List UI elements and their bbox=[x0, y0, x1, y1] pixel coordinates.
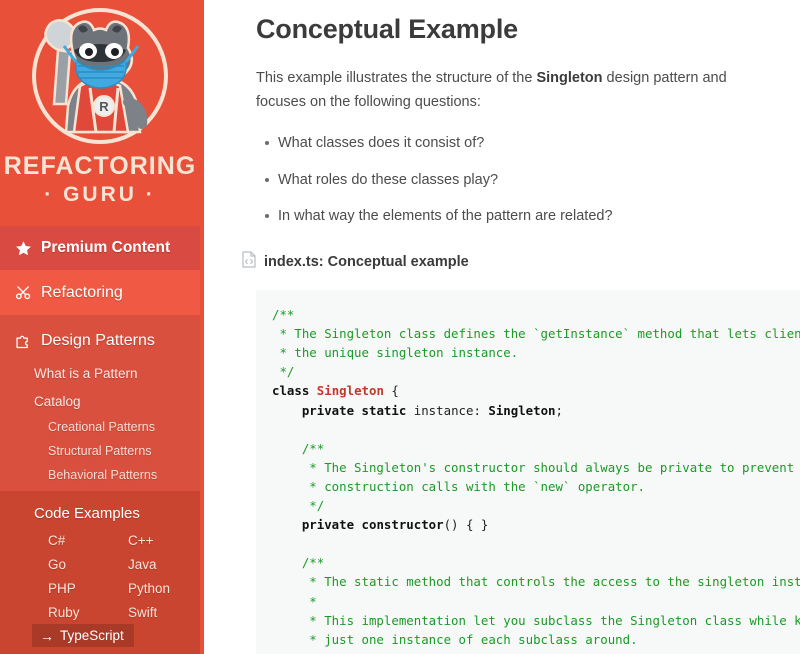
svg-text:R: R bbox=[99, 99, 109, 114]
arrow-right-icon: → bbox=[40, 627, 54, 644]
sidebar-lang-java[interactable]: Java bbox=[128, 552, 204, 576]
main-padding: Conceptual Example This example illustra… bbox=[204, 0, 800, 654]
code-file-name: index.ts bbox=[264, 254, 319, 271]
intro-pattern-name: Singleton bbox=[536, 70, 603, 86]
sidebar-link-what-is-a-pattern[interactable]: What is a Pattern bbox=[0, 359, 200, 387]
raccoon-mascot-icon: R bbox=[20, 6, 180, 154]
sidebar-inner: R REFACTORING · GURU · Premium Content R… bbox=[0, 0, 200, 654]
sidebar-lang-php[interactable]: PHP bbox=[48, 576, 128, 600]
sidebar-link-structural-patterns[interactable]: Structural Patterns bbox=[0, 439, 200, 463]
sidebar-section-design-patterns: Design Patterns What is a Pattern Catalo… bbox=[0, 315, 200, 491]
sidebar-lang-csharp[interactable]: C# bbox=[48, 528, 128, 552]
sidebar-item-design-patterns-label: Design Patterns bbox=[41, 332, 155, 349]
list-item: What classes does it consist of? bbox=[265, 133, 800, 155]
sidebar-lang-typescript-wrap: → TypeScript bbox=[0, 624, 200, 647]
sidebar-item-premium-label: Premium Content bbox=[41, 239, 171, 256]
list-item: What roles do these classes play? bbox=[265, 170, 800, 192]
sidebar-lang-cpp[interactable]: C++ bbox=[128, 528, 204, 552]
sidebar-section-code-examples: Code Examples C# C++ Go Java PHP Python … bbox=[0, 491, 200, 654]
main-content: Conceptual Example This example illustra… bbox=[204, 0, 800, 654]
code-file-header: index.ts: Conceptual example bbox=[242, 251, 800, 273]
code-content: /** * The Singleton class defines the `g… bbox=[272, 307, 800, 654]
sidebar-item-design-patterns[interactable]: Design Patterns bbox=[0, 323, 200, 359]
code-file-caption: Conceptual example bbox=[327, 254, 469, 271]
sidebar-lang-go[interactable]: Go bbox=[48, 552, 128, 576]
page-title: Conceptual Example bbox=[256, 14, 518, 44]
sidebar-item-premium-content[interactable]: Premium Content bbox=[0, 226, 200, 270]
sidebar-link-creational-patterns[interactable]: Creational Patterns bbox=[0, 415, 200, 439]
sidebar-link-catalog[interactable]: Catalog bbox=[0, 387, 200, 415]
sidebar-link-behavioral-patterns[interactable]: Behavioral Patterns bbox=[0, 463, 200, 487]
sidebar-lang-typescript[interactable]: → TypeScript bbox=[32, 624, 134, 647]
site-logo[interactable]: R REFACTORING · GURU · bbox=[0, 0, 200, 226]
code-file-icon bbox=[242, 251, 256, 273]
code-file-separator: : bbox=[318, 254, 328, 271]
sidebar-item-refactoring-label: Refactoring bbox=[41, 283, 123, 301]
sidebar-code-examples-heading[interactable]: Code Examples bbox=[0, 498, 200, 528]
question-list: What classes does it consist of? What ro… bbox=[256, 133, 800, 228]
star-icon bbox=[14, 239, 32, 257]
scissors-icon bbox=[14, 284, 32, 302]
list-item: In what way the elements of the pattern … bbox=[265, 206, 800, 228]
sidebar: R REFACTORING · GURU · Premium Content R… bbox=[0, 0, 204, 654]
sidebar-lang-ruby[interactable]: Ruby bbox=[48, 600, 128, 624]
sidebar-item-refactoring[interactable]: Refactoring bbox=[0, 270, 200, 315]
sidebar-language-grid: C# C++ Go Java PHP Python Ruby Swift bbox=[0, 528, 200, 624]
sidebar-lang-python[interactable]: Python bbox=[128, 576, 204, 600]
logo-line-1: REFACTORING bbox=[3, 152, 197, 180]
logo-line-2: · GURU · bbox=[44, 183, 156, 206]
page-root: R REFACTORING · GURU · Premium Content R… bbox=[0, 0, 800, 654]
sidebar-lang-typescript-label: TypeScript bbox=[60, 628, 124, 643]
intro-text-before: This example illustrates the structure o… bbox=[256, 70, 537, 86]
sidebar-lang-swift[interactable]: Swift bbox=[128, 600, 204, 624]
intro-paragraph: This example illustrates the structure o… bbox=[256, 67, 768, 115]
puzzle-piece-icon bbox=[14, 332, 32, 350]
code-file-title: index.ts: Conceptual example bbox=[264, 254, 469, 270]
logo-wordmark: REFACTORING · GURU · bbox=[3, 152, 197, 206]
code-block[interactable]: /** * The Singleton class defines the `g… bbox=[256, 290, 800, 654]
